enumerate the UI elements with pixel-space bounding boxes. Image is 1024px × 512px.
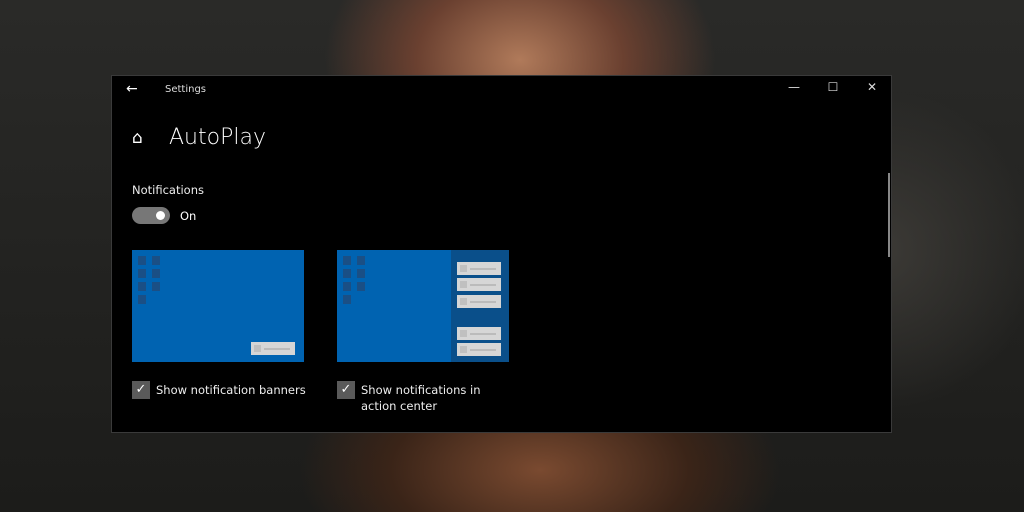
banners-checkbox-label: Show notification banners <box>156 383 306 397</box>
banners-checkbox[interactable]: ✓ <box>132 381 150 399</box>
action-center-checkbox-label: Show notifications in action center <box>361 383 481 413</box>
notifications-toggle[interactable] <box>132 207 170 224</box>
back-arrow-icon[interactable]: ← <box>126 81 138 97</box>
window-title: Settings <box>165 84 207 95</box>
title-bar: ← Settings — ☐ ✕ <box>112 76 891 104</box>
action-center-preview-image <box>337 250 509 362</box>
notifications-label: Notifications <box>132 183 204 197</box>
action-center-checkbox[interactable]: ✓ <box>337 381 355 399</box>
page-title: AutoPlay <box>169 125 266 150</box>
settings-window: ← Settings — ☐ ✕ ⌂ AutoPlay Notification… <box>111 75 892 433</box>
close-icon[interactable]: ✕ <box>862 80 882 94</box>
toggle-state: On <box>180 209 197 223</box>
toggle-knob <box>156 211 165 220</box>
scrollbar[interactable] <box>888 173 890 257</box>
maximize-icon[interactable]: ☐ <box>823 80 843 94</box>
banner-preview-image <box>132 250 304 362</box>
home-icon[interactable]: ⌂ <box>132 128 143 148</box>
minimize-icon[interactable]: — <box>784 80 804 94</box>
